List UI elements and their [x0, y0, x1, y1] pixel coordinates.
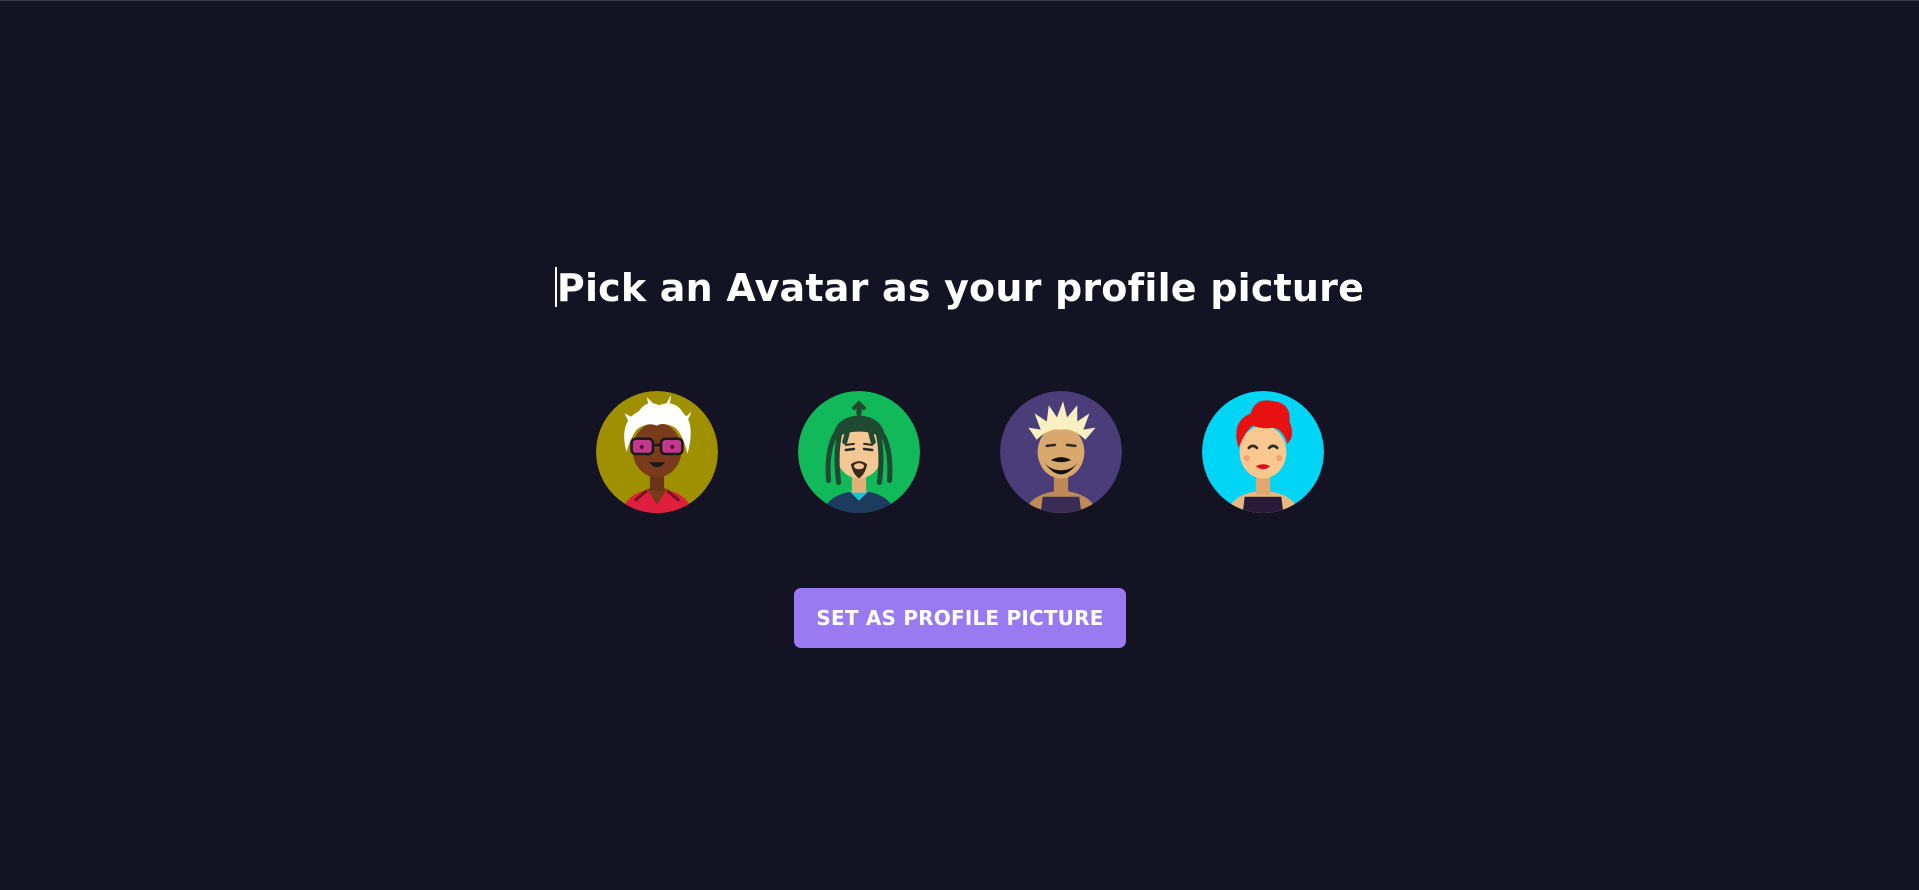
avatar-red-hair-woman-icon	[1202, 391, 1324, 513]
avatar-option-4[interactable]	[1202, 391, 1324, 513]
avatar-option-3[interactable]	[1000, 391, 1122, 513]
avatar-white-hair-glasses-icon	[596, 391, 718, 513]
top-border	[0, 0, 1919, 1]
set-profile-picture-button[interactable]: SET AS PROFILE PICTURE	[794, 588, 1126, 648]
avatar-blond-beard-icon	[1000, 391, 1122, 513]
page-title: Pick an Avatar as your profile picture	[0, 266, 1919, 310]
avatar-option-1[interactable]	[596, 391, 718, 513]
avatar-dreadlocks-icon	[798, 391, 920, 513]
page-title-text: Pick an Avatar as your profile picture	[556, 266, 1365, 310]
avatar-option-2[interactable]	[798, 391, 920, 513]
avatar-list	[596, 391, 1324, 513]
